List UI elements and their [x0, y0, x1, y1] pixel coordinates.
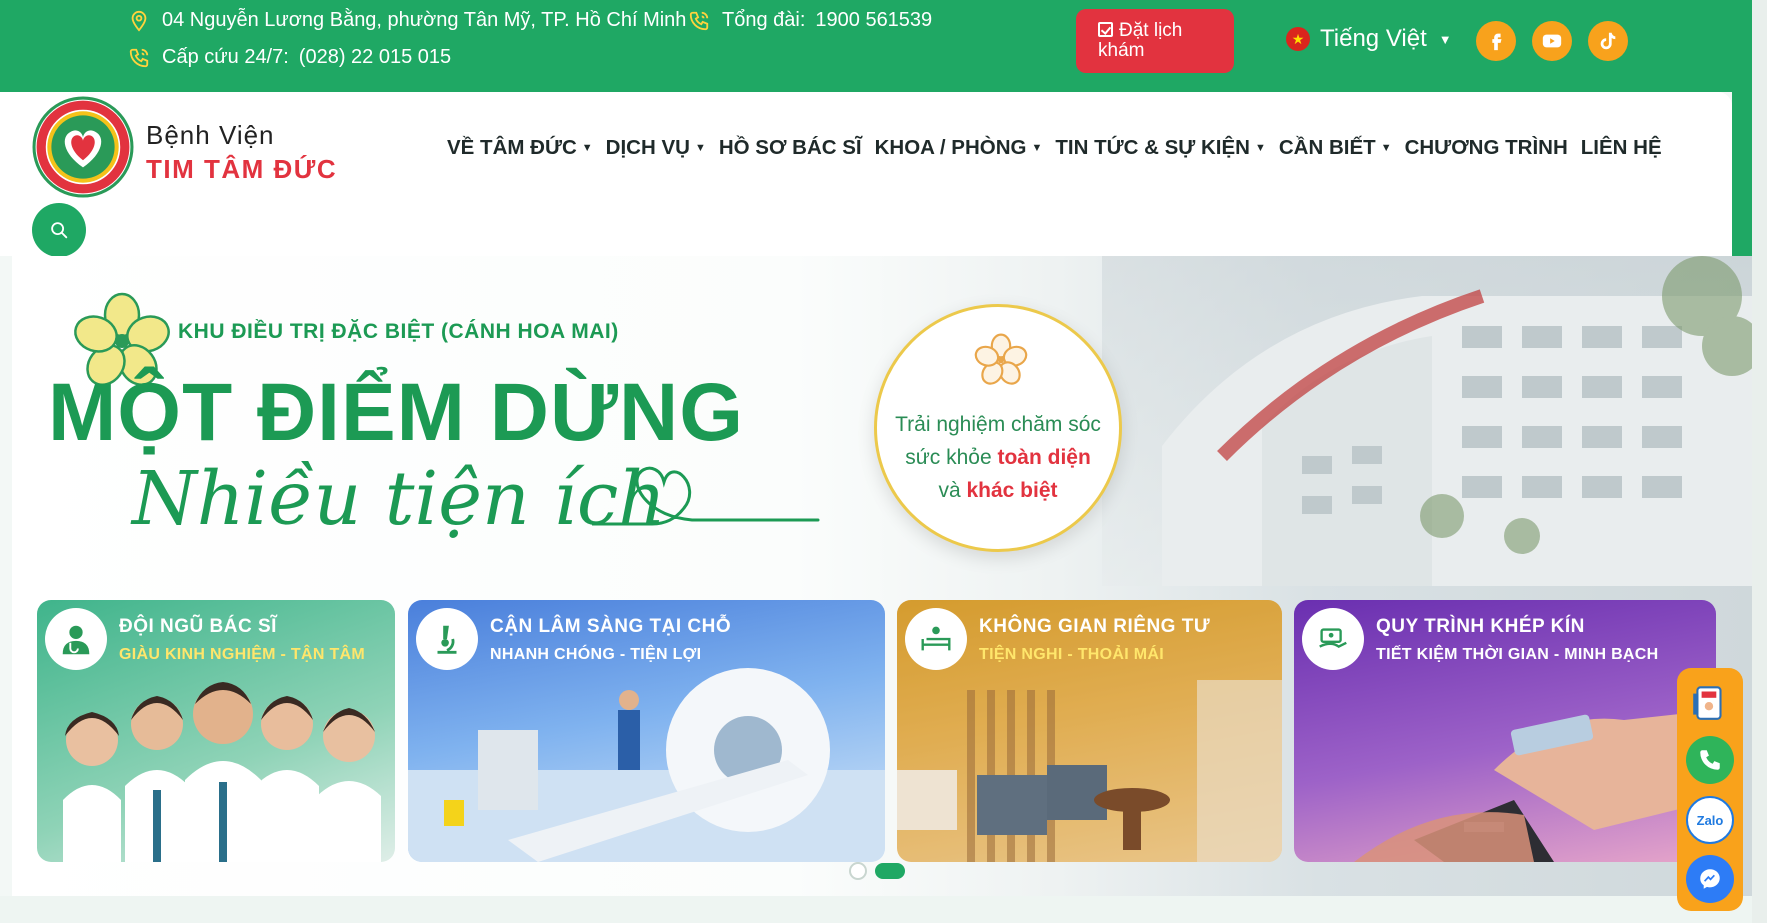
hotline-info[interactable]: Tổng đài: 1900 561539	[688, 9, 932, 32]
chevron-down-icon: ▼	[1031, 142, 1043, 154]
top-bar: 04 Nguyễn Lương Bằng, phường Tân Mỹ, TP.…	[0, 0, 1767, 92]
hotline-number[interactable]: 1900 561539	[815, 9, 932, 32]
book-appointment-button[interactable]: Đặt lịch khám	[1076, 9, 1234, 73]
badge-line3: và khác biệt	[877, 479, 1119, 503]
address-info: 04 Nguyễn Lương Bằng, phường Tân Mỹ, TP.…	[128, 9, 686, 32]
phone-icon[interactable]	[1686, 736, 1734, 784]
emergency-label: Cấp cứu 24/7:	[162, 46, 289, 68]
nav-item-services[interactable]: DỊCH VỤ ▼	[606, 136, 706, 160]
feature-card-closed-process[interactable]: QUY TRÌNH KHÉP KÍN TIẾT KIỆM THỜI GIAN -…	[1294, 600, 1716, 862]
nav-item-departments[interactable]: KHOA / PHÒNG ▼	[875, 136, 1043, 160]
feature-card-doctors[interactable]: ĐỘI NGŨ BÁC SĨ GIÀU KINH NGHIỆM - TẬN TÂ…	[37, 600, 395, 862]
nav-label: HỒ SƠ BÁC SĨ	[718, 136, 862, 159]
experience-badge: Trải nghiệm chăm sóc sức khỏe toàn diện …	[874, 304, 1122, 552]
hero-banner[interactable]: KHU ĐIỀU TRỊ ĐẶC BIỆT (CÁNH HOA MAI) MỘT…	[12, 256, 1752, 896]
calendar-check-icon	[1098, 22, 1113, 37]
emergency-info[interactable]: Cấp cứu 24/7: (028) 22 015 015	[128, 46, 451, 69]
nav-label: CẦN BIẾT	[1278, 136, 1376, 159]
booking-label-line1: Đặt lịch	[1119, 20, 1183, 41]
nav-item-programs[interactable]: CHƯƠNG TRÌNH	[1405, 136, 1568, 160]
brand-name: TIM TÂM ĐỨC	[146, 154, 338, 184]
booking-label-line2: khám	[1098, 40, 1145, 61]
card-subtitle: GIÀU KINH NGHIỆM - TẬN TÂM	[119, 646, 366, 663]
badge-emphasis: khác biệt	[966, 479, 1058, 502]
booking-card-icon[interactable]	[1686, 678, 1734, 726]
nav-label: DỊCH VỤ	[605, 136, 690, 159]
main-navigation: VỀ TÂM ĐỨC ▼ DỊCH VỤ ▼ HỒ SƠ BÁC SĨ KHOA /…	[447, 136, 1675, 160]
badge-line1: Trải nghiệm chăm sóc	[895, 413, 1101, 436]
chevron-down-icon: ▼	[1380, 142, 1392, 154]
hospital-logo[interactable]	[32, 96, 134, 198]
search-icon	[51, 222, 68, 239]
nav-label: TIN TỨC & SỰ KIỆN	[1055, 136, 1250, 159]
feature-card-private-space[interactable]: KHÔNG GIAN RIÊNG TƯ TIỆN NGHI - THOẢI MÁ…	[897, 600, 1282, 862]
emergency-number[interactable]: (028) 22 015 015	[299, 46, 451, 69]
vietnam-flag-icon: ★	[1286, 27, 1310, 51]
nav-label: LIÊN HỆ	[1580, 136, 1662, 159]
facebook-icon[interactable]	[1476, 21, 1516, 61]
ct-scanner-photo	[408, 668, 885, 862]
badge-text: sức khỏe	[905, 446, 998, 469]
tiktok-icon[interactable]	[1588, 21, 1628, 61]
nav-label: KHOA / PHÒNG	[874, 136, 1027, 159]
payment-icon	[1302, 608, 1364, 670]
hospital-building-image	[1102, 256, 1752, 586]
doctor-icon	[45, 608, 107, 670]
language-selector[interactable]: ★ Tiếng Việt ▼	[1286, 25, 1452, 53]
card-title: ĐỘI NGŨ BÁC SĨ	[119, 616, 277, 637]
card-subtitle: NHANH CHÓNG - TIỆN LỢI	[490, 646, 702, 663]
slider-dot-2[interactable]	[875, 863, 905, 879]
heart-line-icon	[592, 466, 820, 526]
chevron-down-icon: ▼	[581, 142, 593, 154]
hotline-label: Tổng đài:	[722, 9, 806, 31]
card-subtitle: TIỆN NGHI - THOẢI MÁI	[979, 646, 1164, 663]
bed-icon	[905, 608, 967, 670]
slider-dot-1[interactable]	[849, 862, 867, 880]
chevron-down-icon: ▼	[694, 142, 706, 154]
hero-kicker: KHU ĐIỀU TRỊ ĐẶC BIỆT (CÁNH HOA MAI)	[178, 320, 619, 343]
search-button[interactable]	[32, 203, 86, 257]
badge-text: và	[938, 479, 967, 502]
messenger-icon[interactable]	[1686, 855, 1734, 903]
card-title: QUY TRÌNH KHÉP KÍN	[1376, 616, 1585, 637]
apricot-flower-icon	[974, 333, 1028, 385]
brand-line1: Bệnh Viện	[146, 120, 275, 150]
feature-card-paraclinical[interactable]: CẬN LÂM SÀNG TẠI CHỖ NHANH CHÓNG - TIỆN …	[408, 600, 885, 862]
youtube-icon[interactable]	[1532, 21, 1572, 61]
floating-contact-bar: Zalo	[1677, 668, 1743, 911]
nav-item-about[interactable]: VỀ TÂM ĐỨC ▼	[447, 136, 593, 160]
zalo-label: Zalo	[1696, 812, 1724, 828]
language-label: Tiếng Việt	[1320, 25, 1427, 52]
chevron-down-icon: ▼	[1438, 31, 1452, 47]
hero-script: Nhiều tiện ích	[132, 456, 666, 542]
location-pin-icon	[128, 10, 150, 32]
nav-item-doctors[interactable]: HỒ SƠ BÁC SĨ	[719, 136, 862, 160]
chevron-down-icon: ▼	[1254, 142, 1266, 154]
microscope-icon	[416, 608, 478, 670]
card-title: CẬN LÂM SÀNG TẠI CHỖ	[490, 616, 732, 637]
page-scrollbar[interactable]	[1752, 0, 1767, 923]
phone-icon	[128, 47, 150, 69]
nav-item-guide[interactable]: CẦN BIẾT ▼	[1279, 136, 1392, 160]
slider-pagination	[849, 862, 905, 880]
nav-item-news[interactable]: TIN TỨC & SỰ KIỆN ▼	[1055, 136, 1266, 160]
badge-line2: sức khỏe toàn diện	[877, 446, 1119, 470]
badge-emphasis: toàn diện	[997, 446, 1091, 469]
nav-item-contact[interactable]: LIÊN HỆ	[1581, 136, 1662, 160]
card-subtitle: TIẾT KIỆM THỜI GIAN - MINH BẠCH	[1376, 646, 1659, 663]
address-text: 04 Nguyễn Lương Bằng, phường Tân Mỹ, TP.…	[162, 9, 687, 31]
phone-icon	[688, 10, 710, 32]
page-bottom-strip	[0, 896, 1752, 923]
nav-label: VỀ TÂM ĐỨC	[447, 136, 577, 159]
nav-label: CHƯƠNG TRÌNH	[1404, 136, 1568, 159]
zalo-icon[interactable]: Zalo	[1686, 796, 1734, 844]
card-title: KHÔNG GIAN RIÊNG TƯ	[979, 616, 1211, 637]
